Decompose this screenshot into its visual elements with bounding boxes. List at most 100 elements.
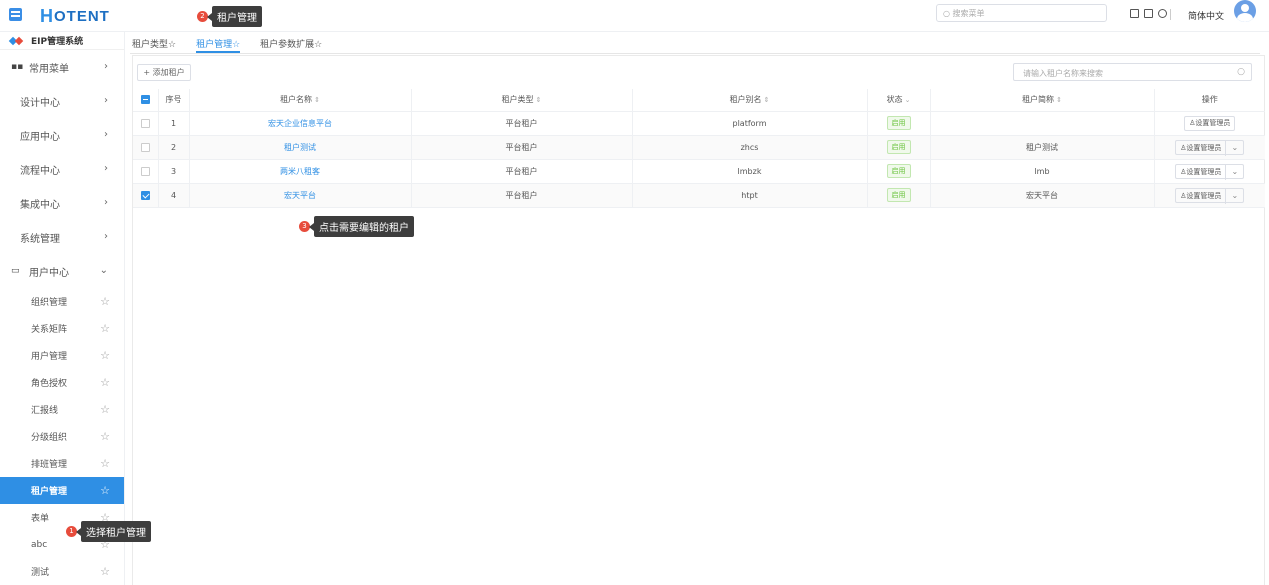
tab-0[interactable]: 租户类型☆ [132,32,176,53]
tenant-panel: + 添加租户 请输入租户名称来搜索 ○ 序号 租户名称 ⇕ 租户类型 ⇕ 租户别名 ⇕ [132,55,1265,585]
sort-icon[interactable]: ⇕ [536,96,542,104]
grid-icon: ▪▪ [11,62,24,72]
star-icon[interactable]: ☆ [100,295,110,308]
table-row[interactable]: 2 租户测试 平台租户 zhcs 启用 租户测试 ♙ 设置管理员 ⌄ [133,135,1265,160]
chevron-down-icon[interactable]: ⌄ [1226,165,1243,178]
select-all-checkbox[interactable] [140,95,150,105]
col-status[interactable]: 状态 ⌄ [866,89,930,112]
chevron-down-icon: ⌄ [99,265,108,276]
cell-seq: 1 [157,111,189,136]
sidebar-subitem-6[interactable]: 排班管理 ☆ [0,450,124,477]
sort-icon[interactable]: ⇕ [314,96,320,104]
filter-icon[interactable]: ⌄ [905,96,911,104]
row-select-cell[interactable] [133,159,158,184]
table-row[interactable]: 1 宏天企业信息平台 平台租户 platform 启用 ♙ 设置管理员 [133,111,1265,136]
system-logo-icon [9,37,23,45]
cell-name[interactable]: 租户测试 [188,135,411,160]
row-select-cell[interactable] [133,183,158,208]
search-icon: ○ [1237,67,1245,77]
sidebar-subitem-label: 分级组织 [31,433,68,443]
sidebar-subitem-10[interactable]: 测试 ☆ [0,558,124,585]
col-short[interactable]: 租户简称 ⇕ [929,89,1154,112]
star-icon[interactable]: ☆ [100,565,110,578]
select-all-cell[interactable] [133,89,158,112]
set-admin-button[interactable]: ♙ 设置管理员 [1176,188,1227,204]
sidebar-item-0[interactable]: ▪▪ 常用菜单 › [0,50,124,84]
cell-alias: lmbzk [631,159,867,184]
chevron-down-icon[interactable]: ⌄ [1226,141,1243,154]
cell-short: 宏天平台 [929,183,1154,208]
tenant-name-link[interactable]: 两米八租客 [280,167,320,176]
menu-search-input[interactable]: ○ 搜索菜单 [936,4,1107,22]
row-checkbox[interactable] [140,118,150,128]
sidebar-item-2[interactable]: 应用中心 › [0,118,124,152]
star-icon[interactable]: ☆ [100,349,110,362]
tip-text: 选择租户管理 [76,521,151,542]
logo[interactable]: H OTENT [40,5,110,27]
table-row[interactable]: 3 两米八租客 平台租户 lmbzk 启用 lmb ♙ 设置管理员 ⌄ [133,159,1265,184]
tab-2[interactable]: 租户参数扩展☆ [260,32,322,53]
cell-ops: ♙ 设置管理员 ⌄ [1153,183,1265,208]
cell-status: 启用 [866,183,930,208]
tenant-name-link[interactable]: 宏天平台 [284,191,316,200]
col-alias[interactable]: 租户别名 ⇕ [631,89,867,112]
sidebar-subitem-label: 排班管理 [31,460,68,470]
add-tenant-button[interactable]: + 添加租户 [137,64,191,81]
sidebar-subitem-2[interactable]: 用户管理 ☆ [0,342,124,369]
sidebar-subitem-0[interactable]: 组织管理 ☆ [0,288,124,315]
status-badge: 启用 [886,164,911,178]
set-admin-label: 设置管理员 [1195,119,1231,127]
sidebar-subitem-7[interactable]: 租户管理 ☆ [0,477,124,504]
sidebar-item-1[interactable]: 设计中心 › [0,84,124,118]
table-header: 序号 租户名称 ⇕ 租户类型 ⇕ 租户别名 ⇕ 状态 ⌄ 租户简称 ⇕ 操作 [133,89,1265,112]
set-admin-button[interactable]: ♙ 设置管理员 [1184,115,1236,131]
col-name[interactable]: 租户名称 ⇕ [188,89,411,112]
message-icon[interactable] [1130,9,1139,18]
row-checkbox[interactable] [140,190,150,200]
tab-1[interactable]: 租户管理☆ [196,32,241,53]
system-switch[interactable]: EIP管理系统 [0,32,124,50]
tenant-name-link[interactable]: 租户测试 [284,143,316,152]
sort-icon[interactable]: ⇕ [1056,96,1062,104]
menu-toggle-icon[interactable] [9,8,22,21]
star-icon[interactable]: ☆ [100,403,110,416]
avatar[interactable] [1234,0,1256,22]
tenant-name-link[interactable]: 宏天企业信息平台 [268,119,332,128]
row-select-cell[interactable] [133,135,158,160]
sidebar-item-5[interactable]: 系统管理 › [0,220,124,254]
star-icon[interactable]: ☆ [100,484,110,497]
cell-alias: htpt [631,183,867,208]
cell-short: lmb [929,159,1154,184]
star-icon[interactable]: ☆ [100,430,110,443]
sidebar-subitem-5[interactable]: 分级组织 ☆ [0,423,124,450]
language-switch[interactable]: 简体中文 [1188,9,1224,22]
sort-icon[interactable]: ⇕ [764,96,770,104]
sidebar-item-4[interactable]: 集成中心 › [0,186,124,220]
fullscreen-icon[interactable] [1144,9,1153,18]
col-type[interactable]: 租户类型 ⇕ [410,89,632,112]
cell-name[interactable]: 宏天平台 [188,183,411,208]
set-admin-button[interactable]: ♙ 设置管理员 [1176,140,1227,156]
tab-bar: 租户类型☆ 租户管理☆ 租户参数扩展☆ [132,32,322,53]
star-icon[interactable]: ☆ [100,457,110,470]
refresh-icon[interactable] [1158,9,1167,18]
star-icon[interactable]: ☆ [100,322,110,335]
op-split-button: ♙ 设置管理员 ⌄ [1175,139,1245,156]
table-row[interactable]: 4 宏天平台 平台租户 htpt 启用 宏天平台 ♙ 设置管理员 ⌄ [133,183,1265,208]
chevron-down-icon[interactable]: ⌄ [1226,189,1243,202]
sidebar-subitem-label: 角色授权 [31,379,68,389]
sidebar-subitem-1[interactable]: 关系矩阵 ☆ [0,315,124,342]
sidebar-subitem-3[interactable]: 角色授权 ☆ [0,369,124,396]
row-checkbox[interactable] [140,142,150,152]
sidebar-item-6[interactable]: ▭ 用户中心 ⌄ [0,254,124,288]
star-icon[interactable]: ☆ [100,376,110,389]
row-checkbox[interactable] [140,166,150,176]
sidebar-subitem-4[interactable]: 汇报线 ☆ [0,396,124,423]
row-select-cell[interactable] [133,111,158,136]
cell-type: 平台租户 [410,159,632,184]
cell-name[interactable]: 两米八租客 [188,159,411,184]
set-admin-button[interactable]: ♙ 设置管理员 [1176,164,1227,180]
sidebar-item-3[interactable]: 流程中心 › [0,152,124,186]
cell-name[interactable]: 宏天企业信息平台 [188,111,411,136]
tenant-search-input[interactable]: 请输入租户名称来搜索 ○ [1013,63,1252,81]
